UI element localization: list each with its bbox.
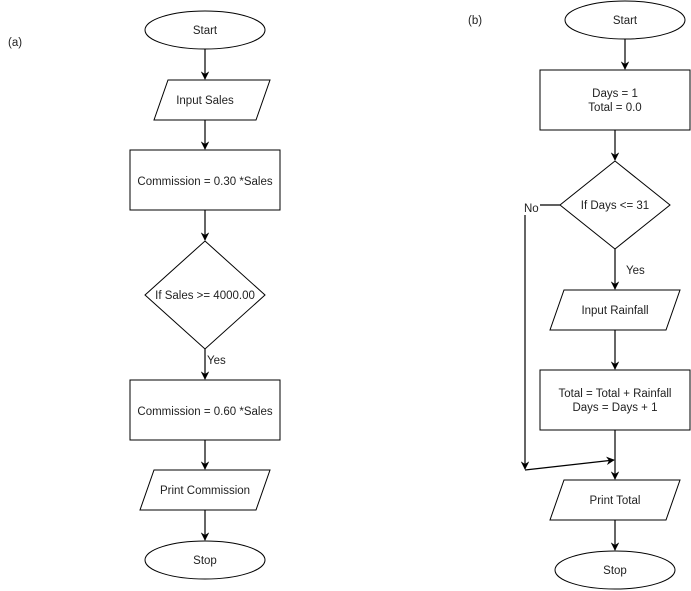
a-decision-label: If Sales >= 4000.00 <box>155 290 255 302</box>
b-update-node: Total = Total + Rainfall Days = Days + 1 <box>539 369 691 431</box>
a-stop-node: Stop <box>144 540 266 580</box>
b-stop-label: Stop <box>603 565 627 577</box>
diagram-b-label: (b) <box>468 15 482 27</box>
b-init-line1: Days = 1 <box>592 88 638 100</box>
b-start-node: Start <box>564 0 686 40</box>
flowchart-canvas: (a) Start Input Sales Commission = 0.30 … <box>8 0 691 590</box>
b-init-node: Days = 1 Total = 0.0 <box>539 69 691 131</box>
a-comm2-label: Commission = 0.60 *Sales <box>137 406 272 418</box>
b-decision-node: If Days <= 31 <box>559 160 671 250</box>
b-no-label: No <box>524 203 539 215</box>
a-comm2-node: Commission = 0.60 *Sales <box>129 379 281 441</box>
b-input-label: Input Rainfall <box>581 305 648 317</box>
flowchart-b: (b) Start Days = 1 Total = 0.0 If Days <… <box>468 0 691 590</box>
b-init-line2: Total = 0.0 <box>588 102 641 114</box>
b-edge-no-merge <box>524 456 615 471</box>
b-decision-label: If Days <= 31 <box>581 200 649 212</box>
a-comm1-label: Commission = 0.30 *Sales <box>137 176 272 188</box>
a-start-label: Start <box>193 25 218 37</box>
a-input-label: Input Sales <box>176 95 234 107</box>
a-input-node: Input Sales <box>153 79 271 121</box>
b-print-node: Print Total <box>549 479 681 521</box>
a-comm1-node: Commission = 0.30 *Sales <box>129 149 281 211</box>
flowchart-a: (a) Start Input Sales Commission = 0.30 … <box>8 10 281 580</box>
b-update-line1: Total = Total + Rainfall <box>559 388 672 400</box>
a-start-node: Start <box>144 10 266 50</box>
a-print-node: Print Commission <box>139 469 271 511</box>
b-print-label: Print Total <box>590 495 641 507</box>
a-stop-label: Stop <box>193 555 217 567</box>
b-update-line2: Days = Days + 1 <box>572 402 657 414</box>
b-input-node: Input Rainfall <box>549 289 681 331</box>
a-yes-label: Yes <box>207 355 226 367</box>
b-start-label: Start <box>613 15 638 27</box>
a-decision-node: If Sales >= 4000.00 <box>144 240 266 350</box>
b-stop-node: Stop <box>554 550 676 590</box>
diagram-a-label: (a) <box>8 37 22 49</box>
b-yes-label: Yes <box>626 265 645 277</box>
a-print-label: Print Commission <box>160 485 250 497</box>
